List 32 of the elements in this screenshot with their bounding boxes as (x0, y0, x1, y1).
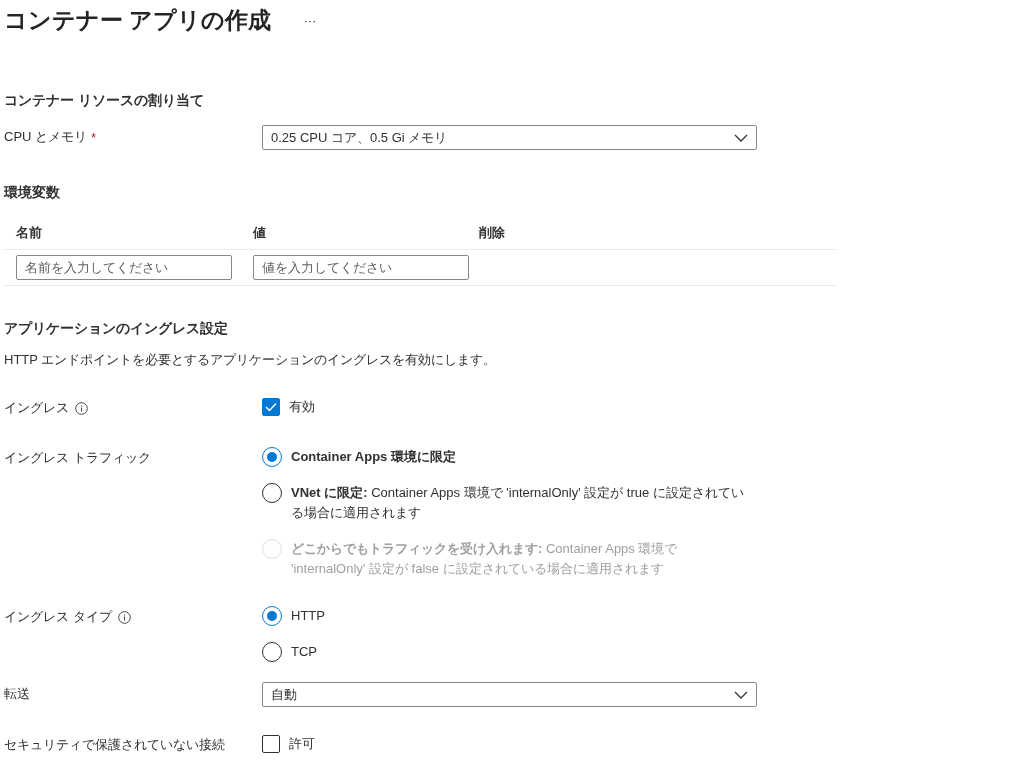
field-label: CPU とメモリ (4, 128, 88, 146)
text-input[interactable]: 名前を入力してください (16, 255, 232, 280)
option-label: VNet に限定: Container Apps 環境で 'internalOnly' 設定が true に設定されている場合に適用されます (291, 484, 745, 522)
chevron-down-icon (734, 690, 748, 699)
option-label: TCP (291, 643, 317, 661)
field-label: イングレス (4, 399, 69, 417)
dropdown[interactable]: 0.25 CPU コア、0.5 Gi メモリ (262, 125, 757, 150)
option-label: Container Apps 環境に限定 (291, 448, 456, 466)
field-label: イングレス タイプ (4, 608, 112, 626)
column-header: 削除 (479, 223, 506, 242)
column-header: 名前 (16, 223, 43, 242)
checkmark-icon (265, 402, 277, 412)
section-heading: アプリケーションのイングレス設定 (4, 319, 229, 338)
section-heading: コンテナー リソースの割り当て (4, 91, 205, 110)
checkbox[interactable] (262, 735, 280, 753)
option-label: どこからでもトラフィックを受け入れます: Container Apps 環境で 'internalOnly' 設定が false に設定されている場合に適用されます (291, 540, 679, 578)
required-mark: * (91, 129, 97, 145)
text-input[interactable]: 値を入力してください (253, 255, 469, 280)
field-label: イングレス トラフィック (4, 449, 151, 467)
dropdown[interactable]: 自動 (262, 682, 757, 707)
option-label: 有効 (289, 398, 315, 416)
column-header: 値 (253, 223, 267, 242)
more-button[interactable]: ··· (301, 12, 319, 28)
checkbox[interactable] (262, 398, 280, 416)
description-text: HTTP エンドポイントを必要とするアプリケーションのイングレスを有効にします。 (4, 351, 498, 369)
field-label: 転送 (4, 685, 30, 703)
chevron-down-icon (734, 133, 748, 142)
field-label: セキュリティで保護されていない接続 (4, 736, 225, 754)
option-label: HTTP (291, 607, 325, 625)
page-title: コンテナー アプリの作成 (4, 5, 272, 35)
section-heading: 環境変数 (4, 183, 61, 202)
option-label: 許可 (289, 735, 315, 753)
